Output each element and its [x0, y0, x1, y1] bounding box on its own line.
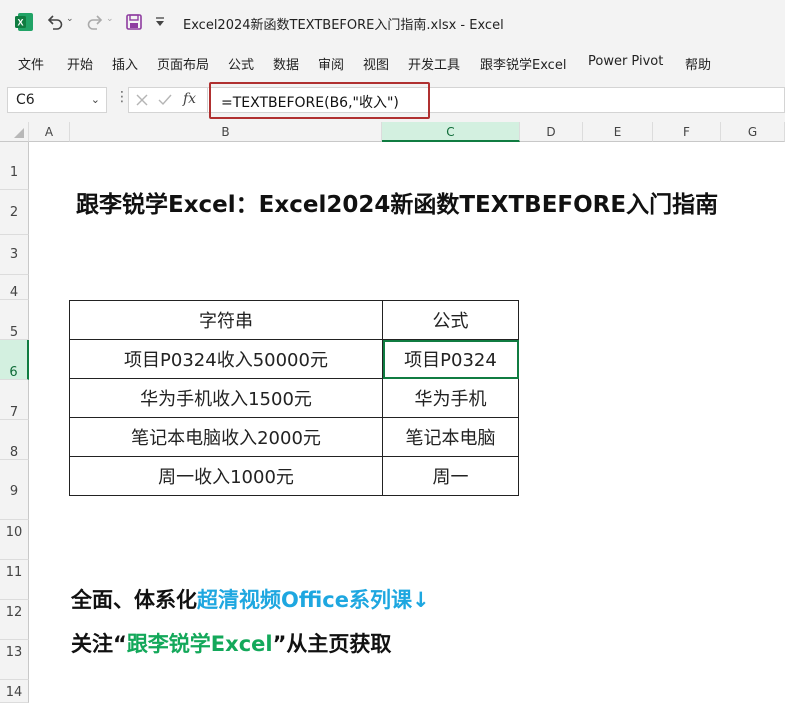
undo-icon[interactable]	[46, 13, 64, 31]
header-cell-formula[interactable]: 公式	[382, 300, 519, 340]
row-header-11[interactable]: 11	[0, 560, 29, 600]
excel-logo-icon: X	[15, 13, 33, 31]
svg-text:X: X	[17, 18, 23, 28]
chevron-down-icon[interactable]: ⌄	[91, 88, 100, 112]
cell-c8[interactable]: 笔记本电脑	[382, 417, 519, 457]
ribbon-tabs: 文件 开始 插入 页面布局 公式 数据 审阅 视图 开发工具 跟李锐学Excel…	[0, 46, 785, 78]
column-header-e[interactable]: E	[583, 122, 653, 142]
sheet-title: 跟李锐学Excel：Excel2024新函数TEXTBEFORE入门指南	[76, 192, 719, 218]
select-all-icon	[14, 128, 24, 138]
tab-power-pivot[interactable]: Power Pivot	[588, 54, 663, 69]
cell-b6[interactable]: 项目P0324收入50000元	[69, 339, 383, 379]
row-header-10[interactable]: 10	[0, 520, 29, 560]
tab-insert[interactable]: 插入	[112, 54, 138, 73]
undo-dropdown-icon[interactable]: ⌄	[66, 14, 74, 24]
name-box-value: C6	[16, 92, 35, 108]
tab-developer[interactable]: 开发工具	[408, 54, 460, 73]
tab-data[interactable]: 数据	[273, 54, 299, 73]
insert-function-icon[interactable]: fx	[183, 91, 196, 107]
row-header-1[interactable]: 1	[0, 142, 29, 190]
formula-buttons: fx	[128, 87, 208, 113]
promo-line-1-prefix: 全面、体系化	[71, 588, 197, 612]
row-header-9[interactable]: 9	[0, 460, 29, 520]
tab-review[interactable]: 审阅	[318, 54, 344, 73]
header-cell-string[interactable]: 字符串	[69, 300, 383, 340]
promo-line-2-prefix: 关注“	[71, 632, 127, 656]
column-header-c[interactable]: C	[382, 122, 520, 142]
tab-view[interactable]: 视图	[363, 54, 389, 73]
cell-b8[interactable]: 笔记本电脑收入2000元	[69, 417, 383, 457]
tab-home[interactable]: 开始	[67, 54, 93, 73]
row-header-5[interactable]: 5	[0, 300, 29, 340]
cell-c7[interactable]: 华为手机	[382, 378, 519, 418]
promo-line-1: 全面、体系化超清视频Office系列课↓	[71, 584, 430, 614]
tab-help[interactable]: 帮助	[685, 54, 711, 73]
tab-page-layout[interactable]: 页面布局	[157, 54, 209, 73]
formula-highlight-box	[209, 82, 430, 119]
column-header-a[interactable]: A	[29, 122, 70, 142]
cell-c9[interactable]: 周一	[382, 456, 519, 496]
cancel-icon[interactable]	[136, 94, 148, 106]
row-header-6[interactable]: 6	[0, 340, 29, 380]
column-header-d[interactable]: D	[520, 122, 583, 142]
row-header-2[interactable]: 2	[0, 190, 29, 235]
tab-custom-addin[interactable]: 跟李锐学Excel	[480, 54, 566, 73]
row-header-4[interactable]: 4	[0, 275, 29, 300]
promo-line-2: 关注“跟李锐学Excel”从主页获取	[71, 628, 391, 658]
tab-file[interactable]: 文件	[18, 54, 44, 73]
row-header-3[interactable]: 3	[0, 235, 29, 275]
row-header-8[interactable]: 8	[0, 420, 29, 460]
window-title: Excel2024新函数TEXTBEFORE入门指南.xlsx - Excel	[183, 18, 504, 33]
more-options-icon[interactable]: ⋮	[115, 89, 129, 105]
table-row: 华为手机收入1500元 华为手机	[69, 378, 519, 418]
promo-line-2-highlight: 跟李锐学Excel	[126, 632, 273, 656]
select-all-corner[interactable]	[0, 122, 29, 142]
name-box[interactable]: C6 ⌄	[7, 87, 107, 113]
promo-line-2-suffix: ”从主页获取	[272, 632, 392, 656]
column-header-f[interactable]: F	[653, 122, 721, 142]
row-header-14[interactable]: 14	[0, 680, 29, 703]
data-table: 字符串 公式 项目P0324收入50000元 项目P0324 华为手机收入150…	[69, 300, 519, 496]
cell-c6-active[interactable]: 项目P0324	[382, 339, 519, 379]
tab-formulas[interactable]: 公式	[228, 54, 254, 73]
table-row: 笔记本电脑收入2000元 笔记本电脑	[69, 417, 519, 457]
customize-qat-icon[interactable]	[155, 16, 165, 28]
promo-line-1-highlight: 超清视频Office系列课↓	[197, 588, 430, 612]
enter-check-icon[interactable]	[158, 94, 172, 106]
title-bar: X ⌄ ⌄ Excel2024新函数TEXTBEFORE入门指南.xlsx - …	[0, 0, 785, 46]
save-icon[interactable]	[125, 13, 143, 31]
column-header-b[interactable]: B	[70, 122, 382, 142]
table-row: 周一收入1000元 周一	[69, 456, 519, 496]
table-header-row: 字符串 公式	[69, 300, 519, 340]
row-header-12[interactable]: 12	[0, 600, 29, 640]
cell-b7[interactable]: 华为手机收入1500元	[69, 378, 383, 418]
redo-icon[interactable]	[86, 13, 104, 31]
table-row: 项目P0324收入50000元 项目P0324	[69, 339, 519, 379]
row-header-7[interactable]: 7	[0, 380, 29, 420]
column-header-g[interactable]: G	[721, 122, 785, 142]
row-header-13[interactable]: 13	[0, 640, 29, 680]
redo-dropdown-icon[interactable]: ⌄	[106, 14, 114, 24]
cell-b9[interactable]: 周一收入1000元	[69, 456, 383, 496]
